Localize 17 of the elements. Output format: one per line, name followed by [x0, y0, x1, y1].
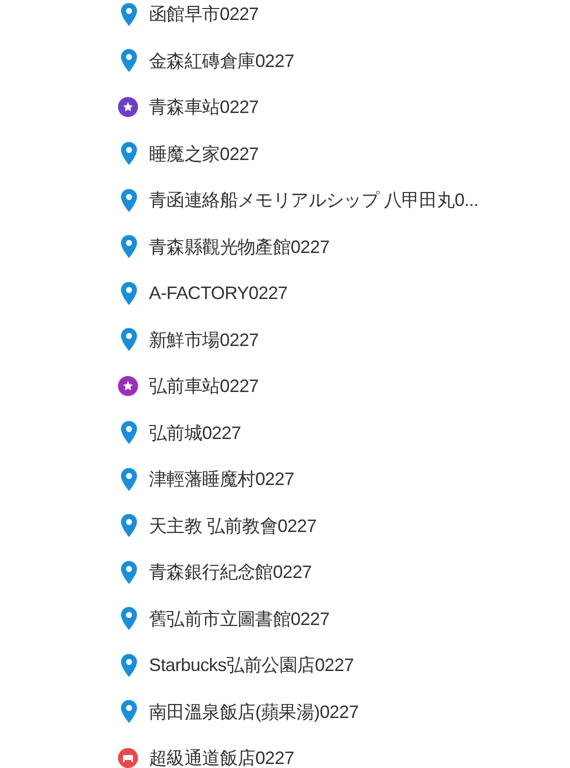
- place-name[interactable]: 睡魔之家0227: [149, 142, 259, 166]
- place-name[interactable]: Starbucks弘前公園店0227: [149, 653, 354, 677]
- place-name[interactable]: 金森紅磚倉庫0227: [149, 48, 294, 72]
- place-name[interactable]: 新鮮市場0227: [149, 328, 259, 352]
- place-name[interactable]: A-FACTORY0227: [149, 281, 288, 305]
- place-name[interactable]: 弘前城0227: [149, 420, 241, 444]
- place-name[interactable]: 津輕藩睡魔村0227: [149, 467, 294, 491]
- place-name[interactable]: 舊弘前市立圖書館0227: [149, 606, 330, 630]
- place-name[interactable]: 南田溫泉飯店(蘋果湯)0227: [149, 700, 359, 724]
- place-name[interactable]: 天主教 弘前教會0227: [149, 514, 316, 538]
- place-name[interactable]: 超級通道飯店0227: [149, 746, 294, 768]
- place-name[interactable]: 青森銀行紀念館0227: [149, 560, 312, 584]
- place-name[interactable]: 函館早市0227: [149, 2, 259, 26]
- place-name[interactable]: 弘前車站0227: [149, 374, 259, 398]
- place-name[interactable]: 青森縣觀光物產館0227: [149, 234, 330, 258]
- place-name[interactable]: 青函連絡船メモリアルシップ 八甲田丸0...: [149, 188, 478, 212]
- place-name[interactable]: 青森車站0227: [149, 95, 259, 119]
